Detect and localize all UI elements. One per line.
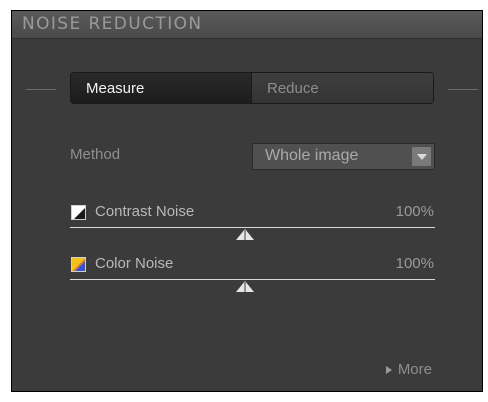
method-dropdown-value: Whole image xyxy=(265,147,359,164)
contrast-noise-label: Contrast Noise xyxy=(95,203,195,220)
color-noise-slider-thumb[interactable] xyxy=(236,281,254,292)
tab-measure[interactable]: Measure xyxy=(71,73,251,103)
mode-segmented-control: Measure Reduce xyxy=(70,72,434,104)
panel-header[interactable]: NOISE REDUCTION xyxy=(12,11,482,39)
contrast-noise-swatch-icon[interactable] xyxy=(71,205,86,220)
panel-title: NOISE REDUCTION xyxy=(22,14,203,34)
color-noise-label: Color Noise xyxy=(95,255,174,272)
color-noise-value: 100% xyxy=(395,255,434,272)
divider-right xyxy=(448,89,478,90)
divider-left xyxy=(26,89,56,90)
color-noise-slider-track[interactable] xyxy=(70,279,435,280)
noise-reduction-panel: NOISE REDUCTION Measure Reduce Method Wh… xyxy=(11,10,483,392)
tab-reduce-label: Reduce xyxy=(267,79,319,97)
contrast-noise-slider-thumb[interactable] xyxy=(236,229,254,240)
method-dropdown[interactable]: Whole image xyxy=(252,143,435,170)
method-label: Method xyxy=(70,146,121,163)
tab-measure-label: Measure xyxy=(86,79,145,97)
more-label: More xyxy=(397,361,432,378)
more-button[interactable]: More xyxy=(385,361,432,378)
tab-reduce[interactable]: Reduce xyxy=(251,73,433,103)
color-noise-swatch-icon[interactable] xyxy=(71,257,86,272)
contrast-noise-slider-track[interactable] xyxy=(70,227,435,228)
triangle-right-icon xyxy=(385,365,392,374)
chevron-down-icon xyxy=(412,147,431,166)
contrast-noise-value: 100% xyxy=(395,203,434,220)
